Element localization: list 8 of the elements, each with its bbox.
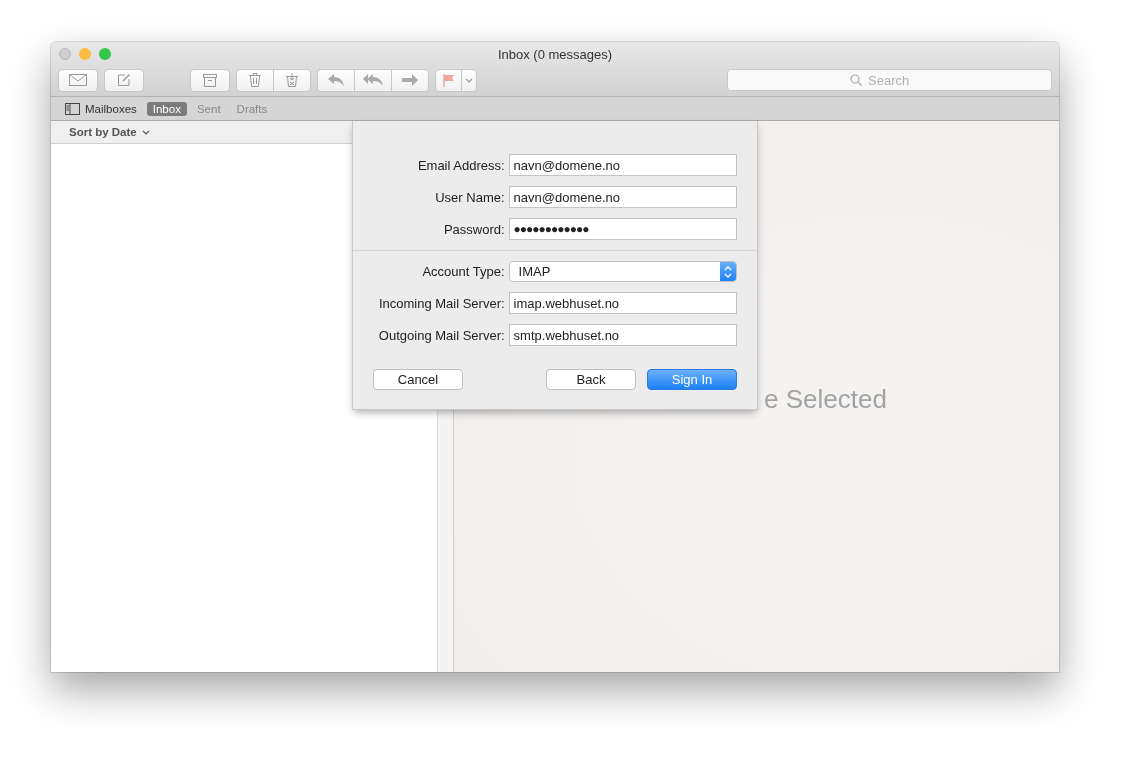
field-label: Password: (442, 221, 506, 237)
empty-message-text: e Selected (764, 384, 887, 414)
field-label: Incoming Mail Server: (377, 295, 506, 311)
window-title: Inbox (0 messages) (496, 46, 614, 62)
field-label: Account Type: (421, 264, 506, 279)
field-label: Email Address: (416, 157, 506, 173)
field-label: Outgoing Mail Server: (377, 327, 506, 343)
field-label: User Name: (434, 189, 506, 205)
